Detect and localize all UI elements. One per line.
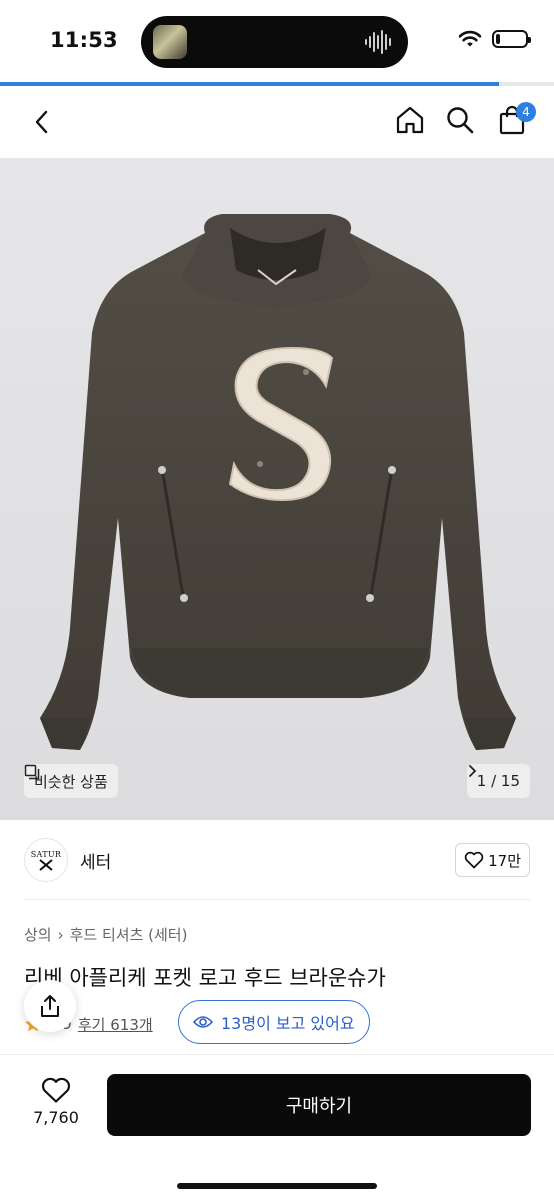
status-icons [458, 30, 531, 48]
wishlist-count: 7,760 [33, 1108, 79, 1127]
gallery-counter-button[interactable]: 1 / 15 [466, 764, 530, 798]
divider [24, 899, 530, 900]
product-title: 리베 아플리케 포켓 로고 후드 브라운슈가 [24, 966, 386, 990]
crossed-swords-icon [39, 858, 53, 871]
copy-icon [24, 764, 40, 780]
dynamic-island[interactable] [141, 16, 408, 68]
breadcrumb-category[interactable]: 상의 [24, 924, 52, 945]
home-button[interactable] [392, 102, 428, 138]
status-bar: 11:53 [0, 0, 554, 82]
chevron-left-icon [35, 110, 48, 134]
product-image [40, 214, 516, 750]
cart-count-badge: 4 [516, 102, 536, 122]
viewing-now-badge: 13명이 보고 있어요 [178, 1000, 370, 1044]
back-button[interactable] [24, 104, 60, 140]
like-button[interactable]: 17만 [455, 843, 530, 877]
similar-products-button[interactable]: 비슷한 상품 [24, 764, 118, 798]
home-indicator[interactable] [177, 1183, 377, 1189]
viewing-now-text: 13명이 보고 있어요 [221, 1014, 355, 1033]
audio-waveform-icon [365, 30, 391, 54]
now-playing-artwork[interactable] [153, 25, 187, 59]
brand-name[interactable]: 세터 [80, 848, 111, 873]
heart-outline-icon [464, 851, 484, 869]
brand-logo-text: SATUR [30, 849, 62, 859]
breadcrumb: 상의 › 후드 티셔츠 (세터) [24, 924, 187, 945]
breadcrumb-separator: › [57, 925, 64, 944]
top-nav: 4 [0, 86, 554, 158]
bottom-action-bar: 7,760 구매하기 [0, 1054, 554, 1200]
home-icon [396, 106, 424, 134]
chevron-right-icon [468, 765, 477, 777]
share-button[interactable] [24, 980, 76, 1032]
search-button[interactable] [442, 102, 478, 138]
product-image-gallery[interactable]: 비슷한 상품 1 / 15 [0, 158, 554, 820]
cart-button[interactable]: 4 [494, 102, 536, 138]
wifi-icon [458, 30, 482, 47]
status-time: 11:53 [50, 28, 118, 52]
review-count-link[interactable]: 후기 613개 [78, 1014, 153, 1035]
breadcrumb-subcategory[interactable]: 후드 티셔츠 (세터) [70, 924, 188, 945]
heart-outline-icon [41, 1077, 71, 1103]
similar-products-label: 비슷한 상품 [34, 772, 108, 791]
share-icon [41, 995, 59, 1017]
buy-button[interactable]: 구매하기 [107, 1074, 531, 1136]
wishlist-button[interactable]: 7,760 [24, 1077, 88, 1127]
brand-logo[interactable]: SATUR [24, 838, 68, 882]
gallery-counter: 1 / 15 [476, 772, 520, 790]
battery-level [496, 34, 500, 44]
like-count: 17만 [488, 851, 521, 870]
battery-icon [492, 30, 531, 48]
search-icon [447, 107, 474, 134]
brand-row: SATUR 세터 17만 [0, 820, 554, 900]
eye-icon [193, 1016, 213, 1028]
